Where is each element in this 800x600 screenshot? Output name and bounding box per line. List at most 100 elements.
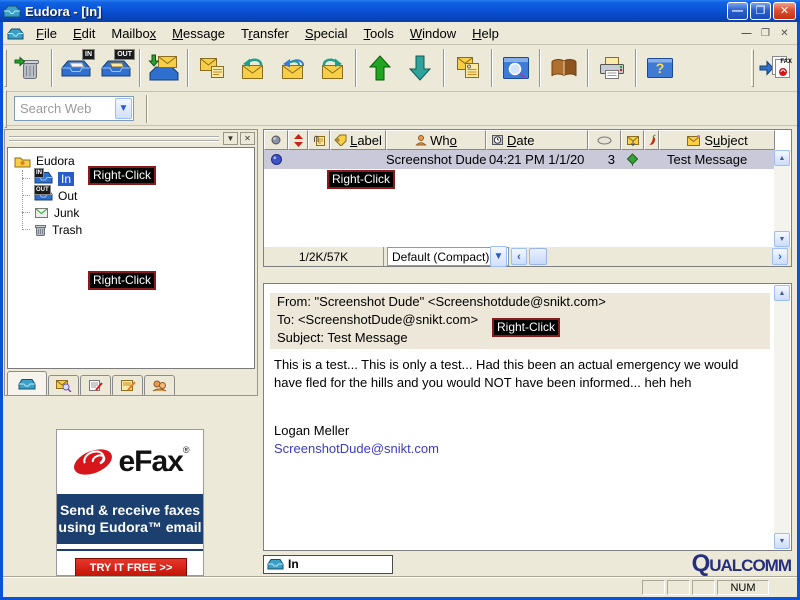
new-message-button[interactable]	[192, 47, 232, 89]
column-server-status[interactable]	[621, 130, 644, 150]
try-it-free-button[interactable]: TRY IT FREE >>	[75, 558, 187, 577]
tab-stationery[interactable]	[80, 375, 111, 395]
taskbar-in-button[interactable]: In	[263, 554, 393, 574]
hscroll-left-button[interactable]: ‹	[511, 248, 527, 265]
chevron-down-icon[interactable]: ▼	[490, 246, 507, 267]
column-size[interactable]	[588, 130, 621, 150]
tab-file-browser[interactable]	[48, 375, 79, 395]
menu-window[interactable]: Window	[402, 24, 464, 43]
scroll-up-button[interactable]: ▲	[774, 150, 790, 166]
mdi-restore-button[interactable]: ❐	[757, 26, 774, 41]
mdi-close-button[interactable]: ✕	[776, 26, 793, 41]
pane-close-button[interactable]: ✕	[240, 132, 255, 145]
menu-help[interactable]: Help	[464, 24, 507, 43]
size-cell: 3	[607, 152, 615, 167]
column-mood[interactable]	[644, 130, 659, 150]
message-list-scrollbar[interactable]: ▲ ▼	[774, 150, 790, 247]
hscroll-thumb[interactable]	[529, 248, 547, 265]
search-web-combobox[interactable]: Search Web ▼	[14, 96, 134, 121]
help-button[interactable]: ?	[640, 47, 680, 89]
tree-item-out[interactable]: OUT Out	[34, 184, 77, 204]
mdi-minimize-button[interactable]: —	[738, 26, 755, 41]
forward-button[interactable]	[312, 47, 352, 89]
scroll-down-button[interactable]: ▼	[774, 533, 790, 549]
tab-signatures[interactable]	[112, 375, 143, 395]
qualcomm-logo: QUALCOMM	[691, 550, 792, 577]
preview-scrollbar[interactable]: ▲ ▼	[774, 285, 790, 549]
address-book-button[interactable]	[544, 47, 584, 89]
message-list-pane: Label Who Date Subject Screenshot Dude 0…	[263, 129, 792, 267]
search-web-value: Search Web	[20, 101, 92, 116]
reply-all-button[interactable]	[272, 47, 312, 89]
reply-icon	[241, 58, 263, 79]
column-subject[interactable]: Subject	[659, 130, 775, 150]
menu-edit[interactable]: Edit	[65, 24, 103, 43]
tab-mailboxes[interactable]	[7, 371, 47, 395]
label-tag-icon	[334, 134, 347, 146]
toolbar-separator	[139, 49, 141, 87]
close-button[interactable]: ✕	[773, 2, 796, 20]
scroll-down-button[interactable]: ▼	[774, 231, 790, 247]
message-list-footer: 1/2K/57K Default (Compact) ▼ ‹ ›	[264, 246, 791, 267]
toolbar-grip[interactable]	[4, 49, 7, 87]
column-priority[interactable]	[288, 130, 308, 150]
toolbar-grip[interactable]	[4, 89, 7, 128]
hscroll-right-button[interactable]: ›	[772, 248, 788, 265]
from-line: From: "Screenshot Dude" <Screenshotdude@…	[277, 294, 606, 309]
right-click-annotation: Right-Click	[88, 271, 157, 290]
efax-swirl-icon	[74, 449, 113, 475]
menu-message[interactable]: Message	[164, 24, 233, 43]
delete-button[interactable]	[8, 47, 48, 89]
server-status-diamond-icon	[627, 153, 638, 166]
toolbar-grip[interactable]	[751, 49, 754, 87]
tree-item-eudora[interactable]: Eudora	[14, 152, 75, 169]
pane-grip-bar[interactable]: ▼ ✕	[5, 130, 257, 147]
next-message-button[interactable]	[400, 47, 440, 89]
menu-tools[interactable]: Tools	[356, 24, 402, 43]
efax-advertisement[interactable]: eFax ® Send & receive faxes using Eudora…	[56, 429, 204, 577]
column-date-text: Date	[507, 132, 535, 148]
efax-brand-text: eFax	[118, 445, 183, 478]
message-signature: Logan Meller ScreenshotDude@snikt.com	[274, 422, 439, 458]
print-button[interactable]	[592, 47, 632, 89]
signature-email-link[interactable]: ScreenshotDude@snikt.com	[274, 440, 439, 458]
pane-menu-button[interactable]: ▼	[223, 132, 238, 145]
tree-item-trash[interactable]: Trash	[34, 221, 82, 238]
right-click-annotation: Right-Click	[492, 318, 561, 337]
mailbox-size-indicator[interactable]: 1/2K/57K	[264, 247, 384, 266]
column-attachment[interactable]	[308, 130, 330, 150]
search-button[interactable]	[496, 47, 536, 89]
column-label[interactable]: Label	[330, 130, 386, 150]
menu-file[interactable]: File	[28, 24, 65, 43]
address-book-icon	[551, 59, 577, 77]
open-in-mailbox-button[interactable]: IN	[56, 47, 96, 89]
chevron-down-icon[interactable]: ▼	[115, 98, 132, 119]
attach-file-button[interactable]	[448, 47, 488, 89]
column-who[interactable]: Who	[386, 130, 486, 150]
previous-message-button[interactable]	[360, 47, 400, 89]
check-mail-button[interactable]	[144, 47, 184, 89]
toolbar-separator	[539, 49, 541, 87]
mailbox-tab-icon	[18, 378, 36, 389]
column-date[interactable]: Date	[486, 130, 588, 150]
minimize-button[interactable]: —	[727, 2, 748, 20]
ad-divider	[57, 549, 203, 551]
open-out-mailbox-button[interactable]: OUT	[96, 47, 136, 89]
efax-button[interactable]: FAX	[755, 47, 795, 89]
tree-item-junk[interactable]: Junk	[34, 204, 79, 221]
menu-mailbox[interactable]: Mailbox	[103, 24, 164, 43]
printer-icon	[600, 57, 624, 79]
grip-lines	[9, 135, 219, 142]
ad-tagline-line1: Send & receive faxes	[59, 502, 201, 518]
signature-tab-icon	[120, 380, 136, 391]
menu-special[interactable]: Special	[297, 24, 356, 43]
menu-transfer[interactable]: Transfer	[233, 24, 297, 43]
tab-personalities[interactable]	[144, 375, 175, 395]
column-status[interactable]	[264, 130, 288, 150]
message-row-selected[interactable]: Screenshot Dude 04:21 PM 1/1/20 3 Test M…	[264, 150, 775, 169]
scroll-up-button[interactable]: ▲	[774, 285, 790, 301]
tree-label-selected: In	[58, 171, 75, 186]
restore-button[interactable]: ❐	[750, 2, 771, 20]
view-selector-combobox[interactable]: Default (Compact) ▼	[387, 246, 509, 267]
reply-button[interactable]	[232, 47, 272, 89]
